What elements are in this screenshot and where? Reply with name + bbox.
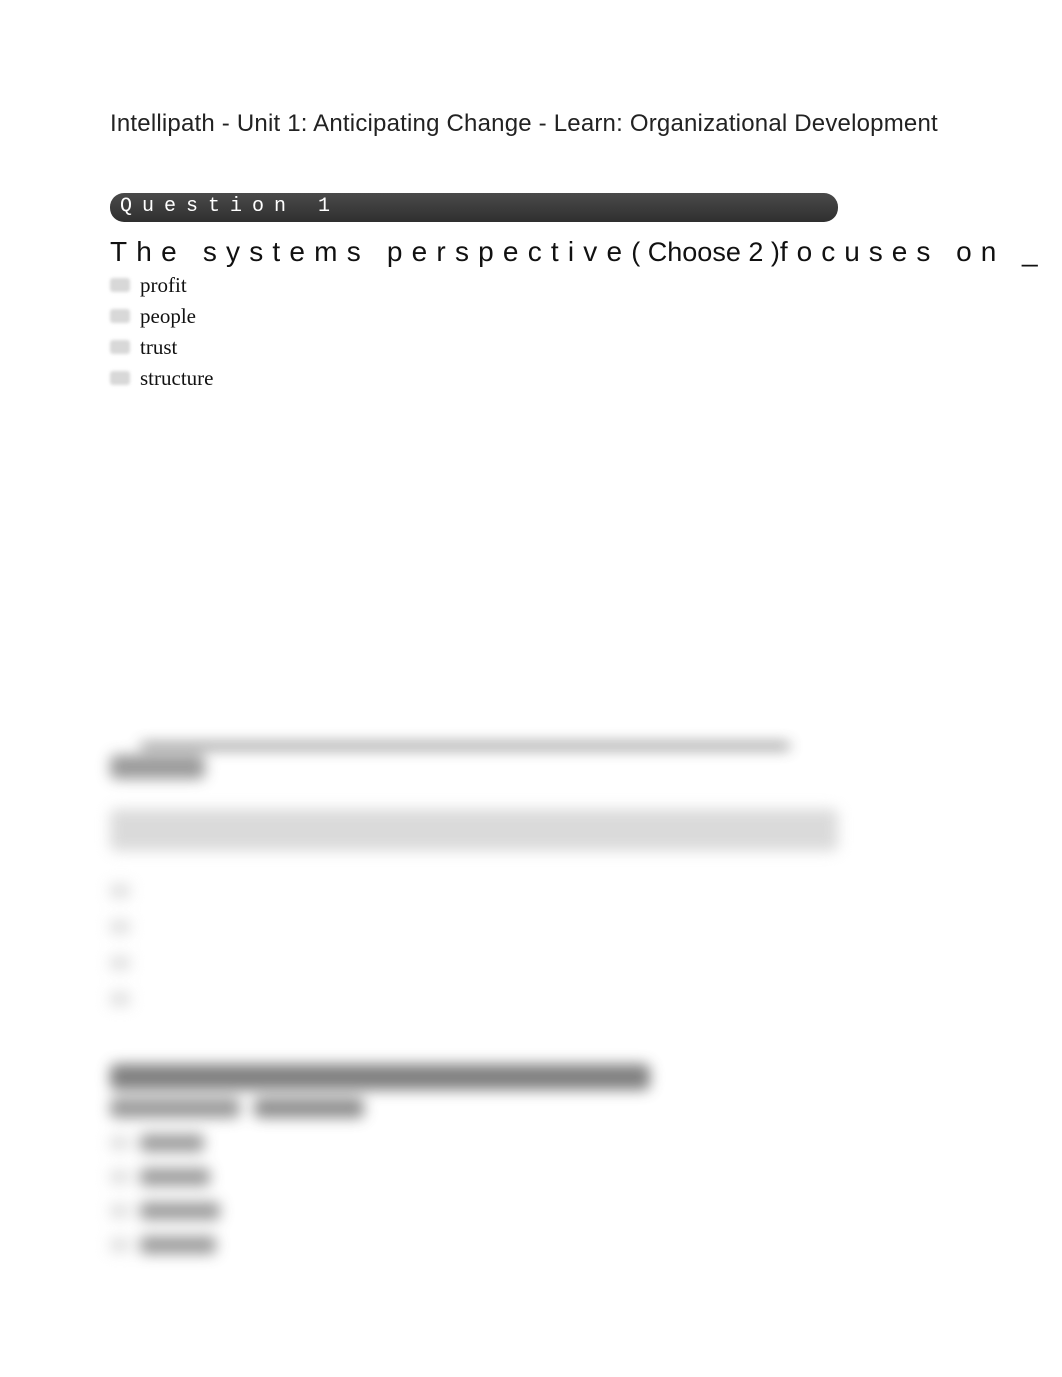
blurred-options [110,876,952,1014]
checkbox-icon [110,884,130,898]
blurred-option-label [140,954,240,972]
option-label: trust [140,335,177,360]
option-row [110,1128,952,1158]
question-header: Question 1 [110,193,838,222]
checkbox-icon [110,1136,130,1150]
question-text-prefix: The systems perspective [110,236,631,267]
option-row[interactable]: people [110,301,952,331]
option-row [110,1230,952,1260]
blurred-option-label [140,1236,216,1254]
blurred-text-word [110,755,205,779]
blurred-option-label [140,918,240,936]
option-row [110,984,952,1014]
checkbox-icon[interactable] [110,340,130,354]
checkbox-icon[interactable] [110,278,130,292]
blurred-question-subtitle [110,1098,952,1118]
option-row[interactable]: trust [110,332,952,362]
question-options: profit people trust structure [110,270,952,393]
blurred-options [110,1128,952,1260]
checkbox-icon [110,1204,130,1218]
blurred-option-label [140,1134,204,1152]
option-row[interactable]: structure [110,363,952,393]
question-text-suffix: focuses on _ [780,236,1047,267]
blurred-question-title [110,1064,650,1090]
checkbox-icon [110,956,130,970]
blurred-preview-section [110,743,952,1260]
option-label: profit [140,273,187,298]
checkbox-icon [110,1238,130,1252]
breadcrumb: Intellipath - Unit 1: Anticipating Chang… [110,110,952,138]
blurred-option-label [140,1202,220,1220]
choose-hint: ( Choose 2 ) [631,237,780,267]
option-row [110,1196,952,1226]
blurred-text-line [140,743,790,749]
blurred-option-label [140,1168,210,1186]
option-label: people [140,304,196,329]
blurred-option-label [140,990,240,1008]
checkbox-icon [110,992,130,1006]
checkbox-icon[interactable] [110,371,130,385]
checkbox-icon [110,920,130,934]
question-text: The systems perspective( Choose 2 )focus… [110,236,952,268]
option-row [110,1162,952,1192]
option-row [110,876,952,906]
option-label: structure [140,366,213,391]
blurred-question-header [110,809,838,851]
option-row [110,912,952,942]
blurred-option-label [140,882,240,900]
checkbox-icon [110,1170,130,1184]
blurred-text-word [254,1098,364,1118]
blurred-text-word [110,1098,240,1118]
option-row [110,948,952,978]
blurred-question-3 [110,1064,952,1260]
option-row[interactable]: profit [110,270,952,300]
checkbox-icon[interactable] [110,309,130,323]
